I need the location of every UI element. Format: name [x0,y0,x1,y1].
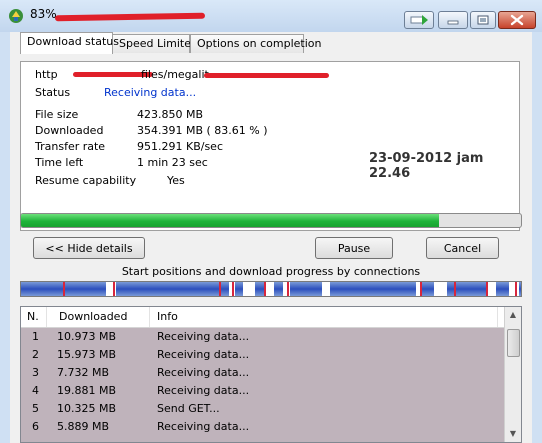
progress-fill [21,214,440,227]
hide-details-button[interactable]: << Hide details [33,237,145,259]
overlay-date-text: 23-09-2012 jam 22.46 [369,151,484,181]
connection-downloaded: 15.973 MB [57,348,117,361]
connection-row[interactable]: 3 7.732 MB Receiving data... [21,364,505,381]
arrow-right-icon [410,15,428,25]
connection-gap [434,282,447,296]
connections-progress-bar [20,281,522,297]
downloaded-value: 354.391 MB ( 83.61 % ) [137,124,268,137]
close-button[interactable] [498,11,536,29]
status-value: Receiving data... [104,86,197,99]
minimize-icon [447,20,459,25]
column-divider[interactable] [149,307,150,327]
download-manager-icon [9,9,23,23]
connection-info: Receiving data... [157,330,250,343]
connection-row[interactable]: 2 15.973 MB Receiving data... [21,346,505,363]
resume-capability-label: Resume capability [35,174,137,187]
status-label: Status [35,86,71,99]
connection-gap [509,282,519,296]
close-icon [510,14,524,26]
download-status-panel: http files/megalit Status Receiving data… [20,61,520,231]
column-divider[interactable] [497,307,498,327]
connection-downloaded: 10.325 MB [57,402,117,415]
vertical-scrollbar[interactable]: ▲ ▼ [504,307,521,442]
connection-downloaded: 10.973 MB [57,330,117,343]
restore-button[interactable] [470,11,496,29]
connections-list-header: N. Downloaded Info [21,307,505,328]
connection-marker [232,282,234,296]
pause-button[interactable]: Pause [315,237,393,259]
url-middle: files/megalit [141,68,209,81]
connection-row[interactable]: 6 5.889 MB Receiving data... [21,418,505,435]
connection-number: 6 [32,420,39,433]
connection-gap [243,282,255,296]
connection-marker [219,282,221,296]
scroll-thumb[interactable] [507,329,520,357]
resume-capability-value: Yes [167,174,185,187]
connection-number: 3 [32,366,39,379]
time-left-label: Time left [35,156,84,169]
download-progress-bar [20,213,522,228]
tab-options-on-completion[interactable]: Options on completion [190,34,322,53]
connection-marker [287,282,289,296]
connection-marker [486,282,488,296]
connection-number: 5 [32,402,39,415]
connections-list[interactable]: N. Downloaded Info 1 10.973 MB Receiving d… [20,306,522,443]
connection-row[interactable]: 4 19.881 MB Receiving data... [21,382,505,399]
connection-row[interactable]: 1 10.973 MB Receiving data... [21,328,505,345]
connection-number: 1 [32,330,39,343]
connection-gap [266,282,274,296]
connection-row[interactable]: 5 10.325 MB Send GET... [21,400,505,417]
connection-number: 4 [32,384,39,397]
time-left-value: 1 min 23 sec [137,156,208,169]
title-bar: 83% [0,0,542,32]
tab-speed-limiter[interactable]: Speed Limiter [112,34,196,53]
restore-icon [477,15,489,25]
url-prefix: http [35,68,58,81]
scroll-down-icon[interactable]: ▼ [505,426,521,442]
connection-info: Receiving data... [157,420,250,433]
transfer-rate-label: Transfer rate [35,140,106,153]
connection-downloaded: 5.889 MB [57,420,110,433]
connection-marker [454,282,456,296]
minimize-to-tray-button[interactable] [404,11,434,29]
connection-number: 2 [32,348,39,361]
tab-download-status[interactable]: Download status [20,32,119,54]
connection-gap [488,282,496,296]
connection-downloaded: 19.881 MB [57,384,117,397]
connection-marker [420,282,422,296]
connections-progress-label: Start positions and download progress by… [121,265,421,278]
connection-info: Receiving data... [157,384,250,397]
transfer-rate-value: 951.291 KB/sec [137,140,223,153]
connection-marker [515,282,517,296]
window-title: 83% [30,7,57,21]
connection-gap [322,282,330,296]
column-header-number[interactable]: N. [27,310,39,323]
column-divider[interactable] [46,307,47,327]
minimize-button[interactable] [438,11,468,29]
column-header-downloaded[interactable]: Downloaded [59,310,127,323]
connection-info: Receiving data... [157,366,250,379]
connection-marker [113,282,115,296]
redacted-scribble [54,12,206,22]
connection-info: Send GET... [157,402,220,415]
scroll-up-icon[interactable]: ▲ [505,307,521,323]
dialog-body: Download status Speed Limiter Options on… [10,32,532,443]
downloaded-label: Downloaded [35,124,104,137]
file-size-label: File size [35,108,79,121]
connection-marker [264,282,266,296]
cancel-button[interactable]: Cancel [426,237,499,259]
connection-downloaded: 7.732 MB [57,366,110,379]
connection-marker [63,282,65,296]
file-size-value: 423.850 MB [137,108,204,121]
column-header-info[interactable]: Info [157,310,178,323]
connection-info: Receiving data... [157,348,250,361]
redacted-scribble [204,73,329,78]
